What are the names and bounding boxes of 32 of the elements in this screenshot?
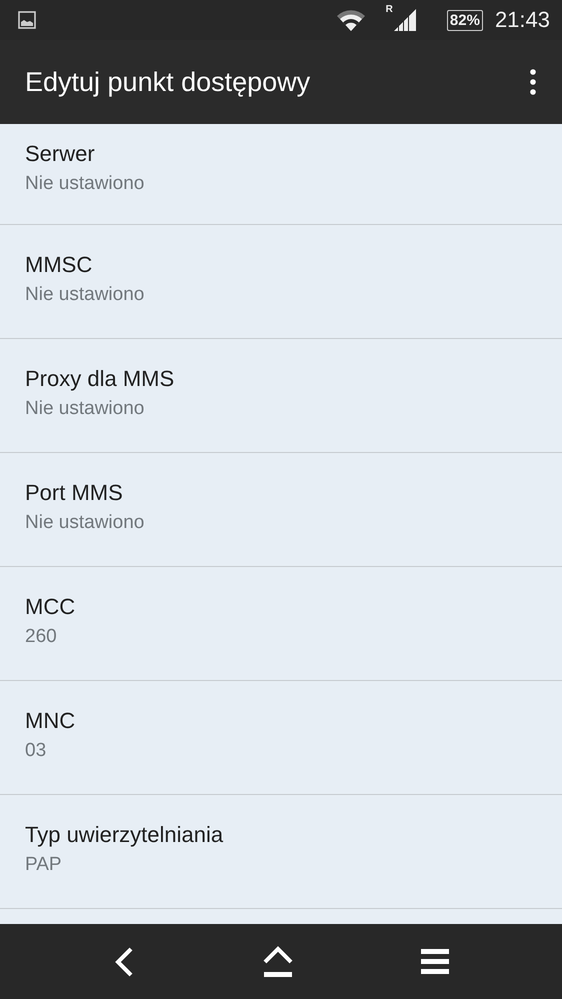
signal-icon: [392, 8, 417, 32]
setting-item[interactable]: Port MMS Nie ustawiono: [0, 453, 562, 567]
wifi-icon: [336, 8, 366, 32]
setting-title: Port MMS: [25, 480, 124, 506]
setting-value: 260: [25, 626, 58, 648]
setting-item[interactable]: MNC 03: [0, 681, 562, 795]
setting-item[interactable]: Proxy dla MMS Nie ustawiono: [0, 339, 562, 453]
roaming-indicator: R: [386, 4, 393, 15]
setting-item[interactable]: Typ uwierzytelniania PAP: [0, 795, 562, 909]
setting-title: Serwer: [25, 141, 96, 167]
setting-value: Nie ustawiono: [25, 173, 146, 195]
setting-title: MMSC: [25, 252, 94, 278]
screen-title: Edytuj punkt dostępowy: [25, 66, 312, 98]
setting-value: Nie ustawiono: [25, 512, 146, 534]
setting-title: Proxy dla MMS: [25, 366, 176, 392]
setting-title: MNC: [25, 708, 76, 734]
more-icon: [530, 69, 536, 95]
setting-value: 03: [25, 740, 48, 762]
setting-item[interactable]: Serwer Nie ustawiono: [0, 124, 562, 225]
setting-item[interactable]: MCC 260: [0, 567, 562, 681]
battery-indicator: 82%: [446, 10, 483, 30]
back-icon: [113, 946, 136, 978]
setting-title: MCC: [25, 594, 76, 620]
home-icon: [262, 944, 294, 978]
clock: 21:43: [494, 7, 550, 33]
setting-title: Typ uwierzytelniania: [25, 822, 224, 848]
menu-icon: [420, 948, 449, 974]
image-icon: [18, 11, 36, 29]
setting-item[interactable]: MMSC Nie ustawiono: [0, 225, 562, 339]
setting-value: Nie ustawiono: [25, 284, 146, 306]
setting-value: Nie ustawiono: [25, 398, 146, 420]
setting-value: PAP: [25, 854, 63, 876]
